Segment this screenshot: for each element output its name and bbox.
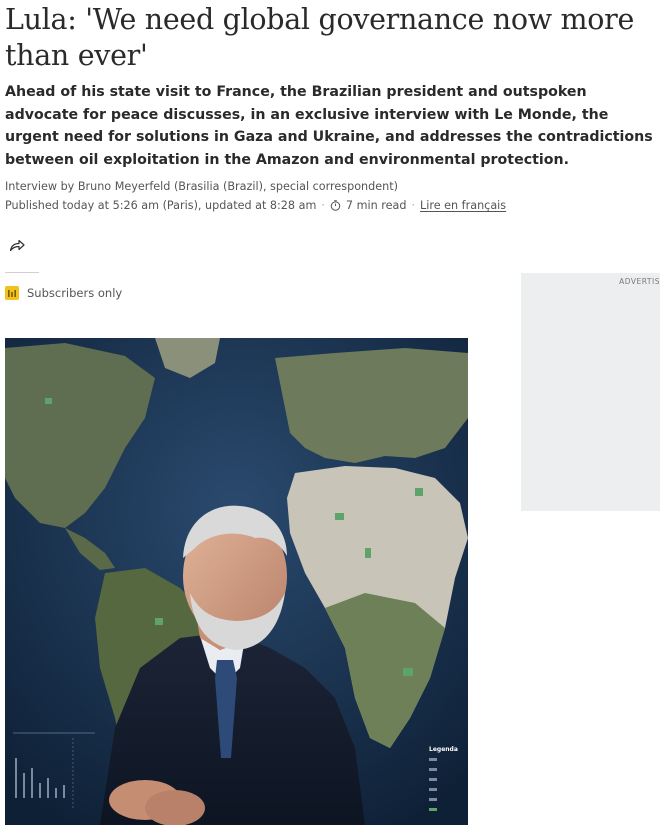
share-button[interactable]	[6, 234, 28, 256]
article-photo: Legenda	[5, 338, 468, 825]
share-arrow-icon	[9, 239, 25, 252]
meta-separator: ·	[321, 199, 325, 212]
section-divider	[5, 272, 39, 273]
article-headline: Lula: 'We need global governance now mor…	[5, 3, 635, 72]
read-time: 7 min read	[345, 199, 407, 212]
subscribers-only-label: Subscribers only	[27, 286, 123, 300]
article-publication-info: Published today at 5:26 am (Paris), upda…	[5, 199, 625, 212]
advertisement-label: ADVERTIS	[619, 277, 660, 286]
article-byline: Interview by Bruno Meyerfeld (Brasilia (…	[5, 180, 398, 193]
map-legend-title: Legenda	[429, 746, 458, 753]
clock-icon	[330, 200, 341, 211]
meta-separator: ·	[411, 199, 416, 212]
published-time: Published today at 5:26 am (Paris), upda…	[5, 199, 317, 212]
article-standfirst: Ahead of his state visit to France, the …	[5, 84, 653, 168]
french-version-link[interactable]: Lire en français	[420, 199, 506, 212]
subscribers-only-badge: Subscribers only	[5, 286, 122, 300]
subscriber-badge-icon	[5, 286, 19, 300]
advertisement-slot[interactable]: ADVERTIS	[521, 273, 660, 511]
